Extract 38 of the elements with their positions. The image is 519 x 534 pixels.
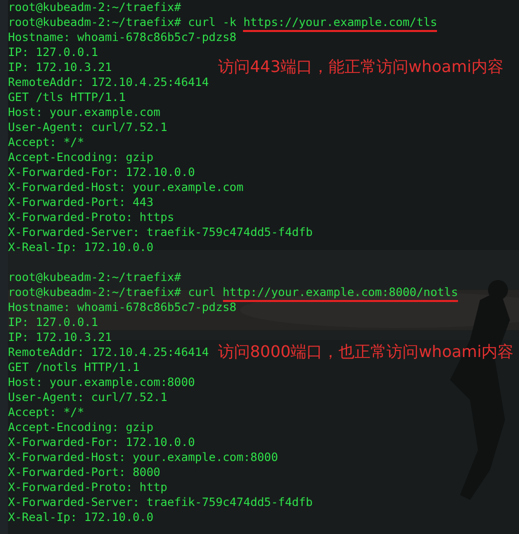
output-text: X-Real-Ip: 172.10.0.0 — [8, 240, 154, 255]
output-text: IP: 127.0.0.1 — [8, 315, 98, 330]
prompt-text: root@kubeadm-2:~/traefix# curl -k — [8, 15, 236, 30]
output-text: Accept: */* — [8, 405, 84, 420]
output-text: X-Forwarded-For: 172.10.0.0 — [8, 435, 195, 450]
output-text: GET /tls HTTP/1.1 — [8, 90, 126, 105]
annotation-note: 访问8000端口，也正常访问whoami内容 — [218, 343, 514, 361]
output-text: X-Forwarded-Port: 8000 — [8, 465, 160, 480]
output-text: Accept: */* — [8, 135, 84, 150]
output-text: X-Forwarded-Server: traefik-759c474dd5-f4dfb — [8, 225, 313, 240]
output-text: X-Forwarded-Port: 443 — [8, 195, 154, 210]
output-text: X-Real-Ip: 172.10.0.0 — [8, 510, 154, 525]
output-text: X-Forwarded-Host: your.example.com — [8, 180, 244, 195]
output-text: Hostname: whoami-678c86b5c7-pdzs8 — [8, 30, 236, 45]
prompt-text: root@kubeadm-2:~/traefix# — [8, 0, 182, 15]
output-text: Host: your.example.com:8000 — [8, 375, 195, 390]
output-text: X-Forwarded-For: 172.10.0.0 — [8, 165, 195, 180]
prompt-text: root@kubeadm-2:~/traefix# curl — [8, 285, 216, 300]
output-text: IP: 127.0.0.1 — [8, 45, 98, 60]
annotation-note: 访问443端口，能正常访问whoami内容 — [218, 58, 504, 76]
output-text: Host: your.example.com — [8, 105, 160, 120]
output-text: Accept-Encoding: gzip — [8, 420, 154, 435]
output-text: RemoteAddr: 172.10.4.25:46414 — [8, 75, 209, 90]
output-text: Hostname: whoami-678c86b5c7-pdzs8 — [8, 300, 236, 315]
output-text: User-Agent: curl/7.52.1 — [8, 390, 168, 405]
output-text: Accept-Encoding: gzip — [8, 150, 154, 165]
output-text: X-Forwarded-Host: your.example.com:8000 — [8, 450, 278, 465]
output-text: X-Forwarded-Proto: http — [8, 480, 168, 495]
output-text: X-Forwarded-Server: traefik-759c474dd5-f4dfb — [8, 495, 313, 510]
output-text: X-Forwarded-Proto: https — [8, 210, 174, 225]
url-text: https://your.example.com/tls — [243, 15, 438, 32]
output-text: RemoteAddr: 172.10.4.25:46414 — [8, 345, 209, 360]
output-text: IP: 172.10.3.21 — [8, 60, 112, 75]
output-text: User-Agent: curl/7.52.1 — [8, 120, 168, 135]
output-text: IP: 172.10.3.21 — [8, 330, 112, 345]
url-text: http://your.example.com:8000/notls — [222, 285, 458, 302]
prompt-text: root@kubeadm-2:~/traefix# — [8, 270, 182, 285]
output-text: GET /notls HTTP/1.1 — [8, 360, 140, 375]
